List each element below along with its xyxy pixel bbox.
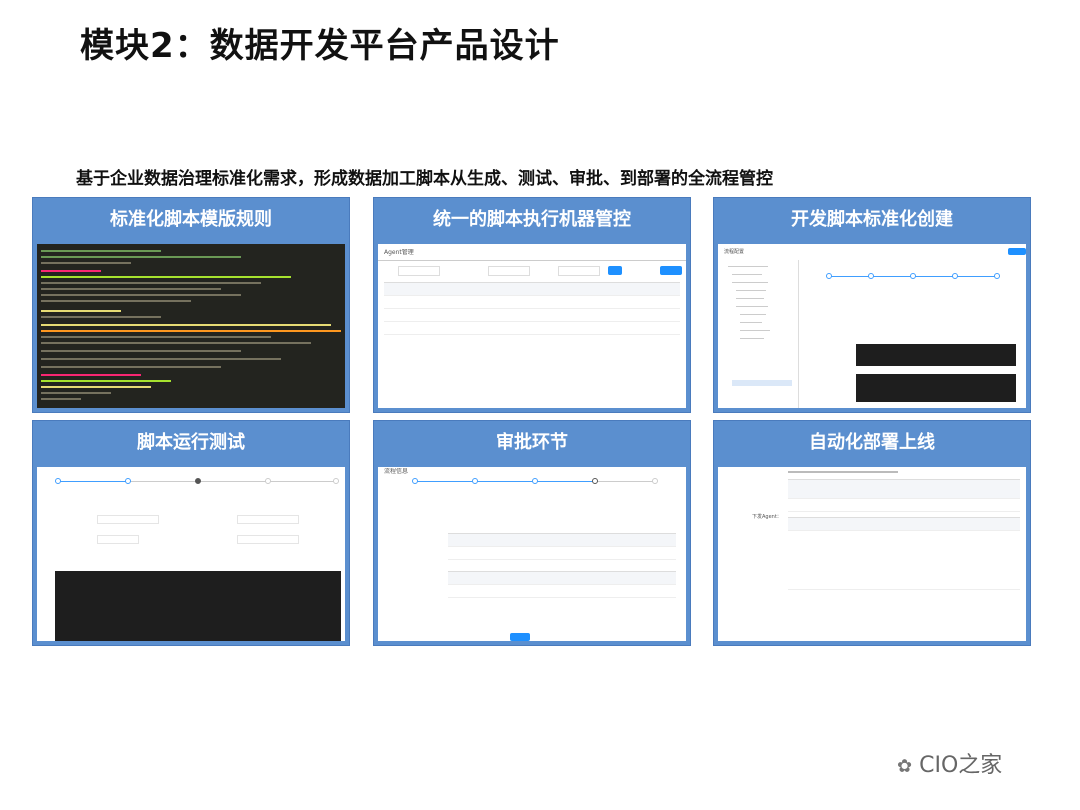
panel-approval: 审批环节 流程信息 [373, 420, 691, 646]
auto-deploy-screenshot: 下发Agent： [718, 467, 1026, 641]
code-block [856, 344, 1016, 366]
agent-management-screenshot: Agent管理 [378, 244, 686, 408]
approval-screenshot: 流程信息 [378, 467, 686, 641]
submit-button[interactable] [510, 633, 530, 641]
panel-auto-deploy: 自动化部署上线 下发Agent： [713, 420, 1031, 646]
approval-table [448, 571, 676, 598]
screen-title: 流程信息 [384, 468, 409, 475]
code-terminal [37, 244, 345, 408]
agent-table [384, 282, 680, 335]
panel-script-creation: 开发脚本标准化创建 流程配置 [713, 197, 1031, 413]
script-testing-screenshot [37, 467, 345, 641]
panel-header: 自动化部署上线 [809, 432, 935, 453]
panel-header: 审批环节 [496, 432, 568, 453]
code-editor-screenshot [37, 244, 345, 408]
tree-sidebar [722, 260, 799, 408]
panel-header: 标准化脚本模版规则 [110, 209, 272, 230]
screen-title: Agent管理 [384, 249, 414, 256]
panel-script-template-rules: 标准化脚本模版规则 [32, 197, 350, 413]
save-button[interactable] [1008, 248, 1026, 255]
panel-header: 脚本运行测试 [137, 432, 245, 453]
agent-deploy-table [788, 517, 1020, 641]
panel-header: 开发脚本标准化创建 [791, 209, 953, 230]
screen-title: 流程配置 [724, 249, 745, 255]
code-block [856, 374, 1016, 402]
wechat-icon: ✿ [897, 756, 913, 777]
panel-header: 统一的脚本执行机器管控 [433, 209, 631, 230]
panel-script-testing: 脚本运行测试 [32, 420, 350, 646]
deploy-table [788, 479, 1020, 512]
page-title: 模块2：数据开发平台产品设计 [80, 26, 560, 66]
watermark-logo: ✿ CIO之家 [897, 747, 1002, 779]
approval-table [448, 533, 676, 560]
watermark-text: CIO之家 [919, 753, 1003, 778]
search-button[interactable] [608, 266, 622, 275]
page-subtitle: 基于企业数据治理标准化需求，形成数据加工脚本从生成、测试、审批、到部署的全流程管… [76, 169, 773, 189]
run-log-console [55, 571, 341, 641]
agent-label: 下发Agent： [752, 514, 782, 520]
add-agent-button[interactable] [660, 266, 682, 275]
panel-agent-management: 统一的脚本执行机器管控 Agent管理 [373, 197, 691, 413]
script-creation-screenshot: 流程配置 [718, 244, 1026, 408]
